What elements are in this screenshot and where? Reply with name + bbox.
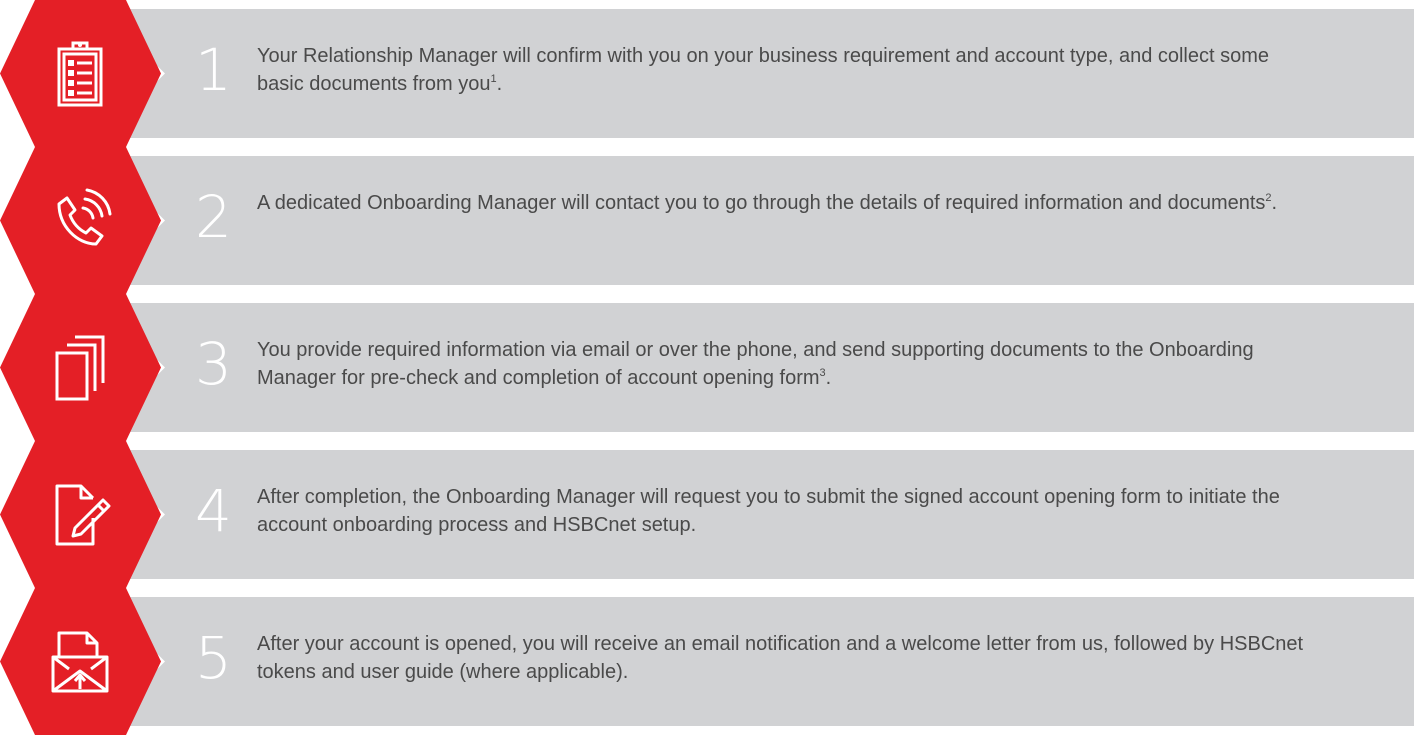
step-number: 4 [195,477,232,545]
step-description: After your account is opened, you will r… [257,633,1304,683]
step-description: You provide required information via ema… [257,339,1254,389]
step-number: 2 [195,183,232,251]
step-description: After completion, the Onboarding Manager… [257,486,1280,536]
step-2: 2 A dedicated Onboarding Manager will co… [0,147,1414,294]
clipboard-checklist-icon [45,37,115,110]
step-5: 5 After your account is opened, you will… [0,588,1414,735]
mail-document-icon [45,625,115,698]
step-number: 1 [195,36,232,104]
step-description: Your Relationship Manager will confirm w… [257,45,1270,95]
step-1: 1 Your Relationship Manager will confirm… [0,0,1414,147]
documents-stack-icon [45,331,115,404]
step-bar [100,156,1414,285]
phone-call-icon [45,184,115,257]
step-number: 3 [195,330,232,398]
step-description: A dedicated Onboarding Manager will cont… [257,192,1278,214]
step-number: 5 [195,624,232,692]
document-pen-icon [45,478,115,551]
step-3: 3 You provide required information via e… [0,294,1414,441]
step-4: 4 After completion, the Onboarding Manag… [0,441,1414,588]
